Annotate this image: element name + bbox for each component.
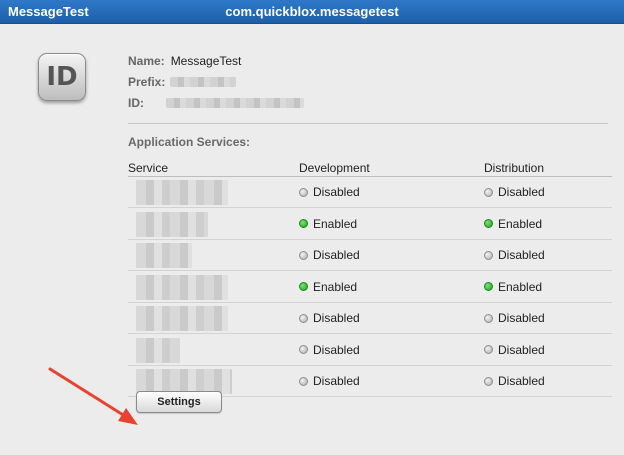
status-disabled-icon bbox=[299, 187, 308, 197]
development-status-label: Disabled bbox=[313, 374, 360, 388]
service-name-redacted bbox=[136, 180, 228, 205]
distribution-status-label: Disabled bbox=[498, 185, 545, 199]
status-disabled-icon bbox=[484, 376, 493, 386]
development-status: Enabled bbox=[299, 217, 357, 231]
development-status-label: Disabled bbox=[313, 342, 360, 357]
distribution-status-label: Disabled bbox=[498, 311, 545, 325]
development-status: Disabled bbox=[299, 343, 360, 357]
distribution-status: Disabled bbox=[484, 374, 545, 388]
prefix-label: Prefix: bbox=[128, 75, 166, 89]
id-value-redacted bbox=[166, 98, 304, 108]
distribution-status: Disabled bbox=[484, 248, 545, 262]
development-status-label: Enabled bbox=[313, 216, 358, 231]
distribution-status-label: Disabled bbox=[498, 248, 545, 262]
status-disabled-icon bbox=[299, 345, 308, 354]
table-row: Enabled Enabled bbox=[128, 209, 612, 240]
development-status: Disabled bbox=[299, 185, 360, 199]
status-disabled-icon bbox=[484, 250, 493, 260]
id-label: ID: bbox=[128, 96, 144, 110]
service-name-redacted bbox=[136, 306, 228, 331]
table-row: Disabled Disabled bbox=[128, 240, 612, 271]
development-status-label: Enabled bbox=[313, 279, 358, 294]
table-row: Disabled Disabled bbox=[128, 177, 612, 208]
bundle-identifier: com.quickblox.messagetest bbox=[225, 4, 399, 19]
development-status-label: Disabled bbox=[313, 311, 360, 325]
status-disabled-icon bbox=[299, 376, 308, 386]
settings-button[interactable]: Settings bbox=[136, 391, 222, 413]
status-disabled-icon bbox=[299, 313, 308, 323]
distribution-status: Enabled bbox=[484, 280, 542, 294]
development-status-label: Disabled bbox=[313, 185, 360, 199]
app-id-icon: ID bbox=[38, 53, 86, 101]
status-disabled-icon bbox=[484, 345, 493, 354]
status-disabled-icon bbox=[484, 313, 493, 323]
distribution-status-label: Enabled bbox=[498, 279, 543, 294]
development-status: Disabled bbox=[299, 248, 360, 262]
column-header-service: Service bbox=[128, 161, 169, 175]
development-status: Disabled bbox=[299, 374, 360, 388]
services-section-title: Application Services: bbox=[128, 135, 251, 149]
distribution-status: Disabled bbox=[484, 311, 545, 325]
development-status: Disabled bbox=[299, 311, 360, 325]
column-header-distribution: Distribution bbox=[484, 161, 545, 175]
table-row: Disabled Disabled bbox=[128, 303, 612, 334]
table-row: Enabled Enabled bbox=[128, 272, 612, 303]
distribution-status-label: Disabled bbox=[498, 342, 545, 357]
service-name-redacted bbox=[136, 243, 192, 268]
service-name-redacted bbox=[136, 211, 208, 237]
service-name-redacted bbox=[136, 337, 180, 363]
status-disabled-icon bbox=[484, 187, 493, 197]
development-status: Enabled bbox=[299, 280, 357, 294]
distribution-status: Enabled bbox=[484, 217, 542, 231]
name-row: Name: MessageTest bbox=[128, 54, 241, 68]
development-status-label: Disabled bbox=[313, 248, 360, 262]
id-row: ID: bbox=[128, 96, 144, 110]
window-titlebar: MessageTest com.quickblox.messagetest bbox=[0, 0, 624, 24]
distribution-status: Disabled bbox=[484, 343, 545, 357]
status-disabled-icon bbox=[299, 250, 308, 260]
distribution-status-label: Enabled bbox=[498, 216, 543, 231]
distribution-status-label: Disabled bbox=[498, 374, 545, 388]
prefix-value-redacted bbox=[170, 77, 236, 87]
status-enabled-icon bbox=[484, 282, 493, 291]
distribution-status: Disabled bbox=[484, 185, 545, 199]
status-enabled-icon bbox=[484, 219, 493, 228]
name-value: MessageTest bbox=[170, 54, 242, 68]
status-enabled-icon bbox=[299, 219, 308, 228]
status-enabled-icon bbox=[299, 282, 308, 291]
section-divider bbox=[128, 123, 608, 124]
service-name-redacted bbox=[136, 274, 228, 300]
column-header-development: Development bbox=[299, 161, 370, 175]
table-row: Disabled Disabled bbox=[128, 335, 612, 366]
prefix-row: Prefix: bbox=[128, 75, 165, 89]
name-label: Name: bbox=[128, 54, 165, 68]
